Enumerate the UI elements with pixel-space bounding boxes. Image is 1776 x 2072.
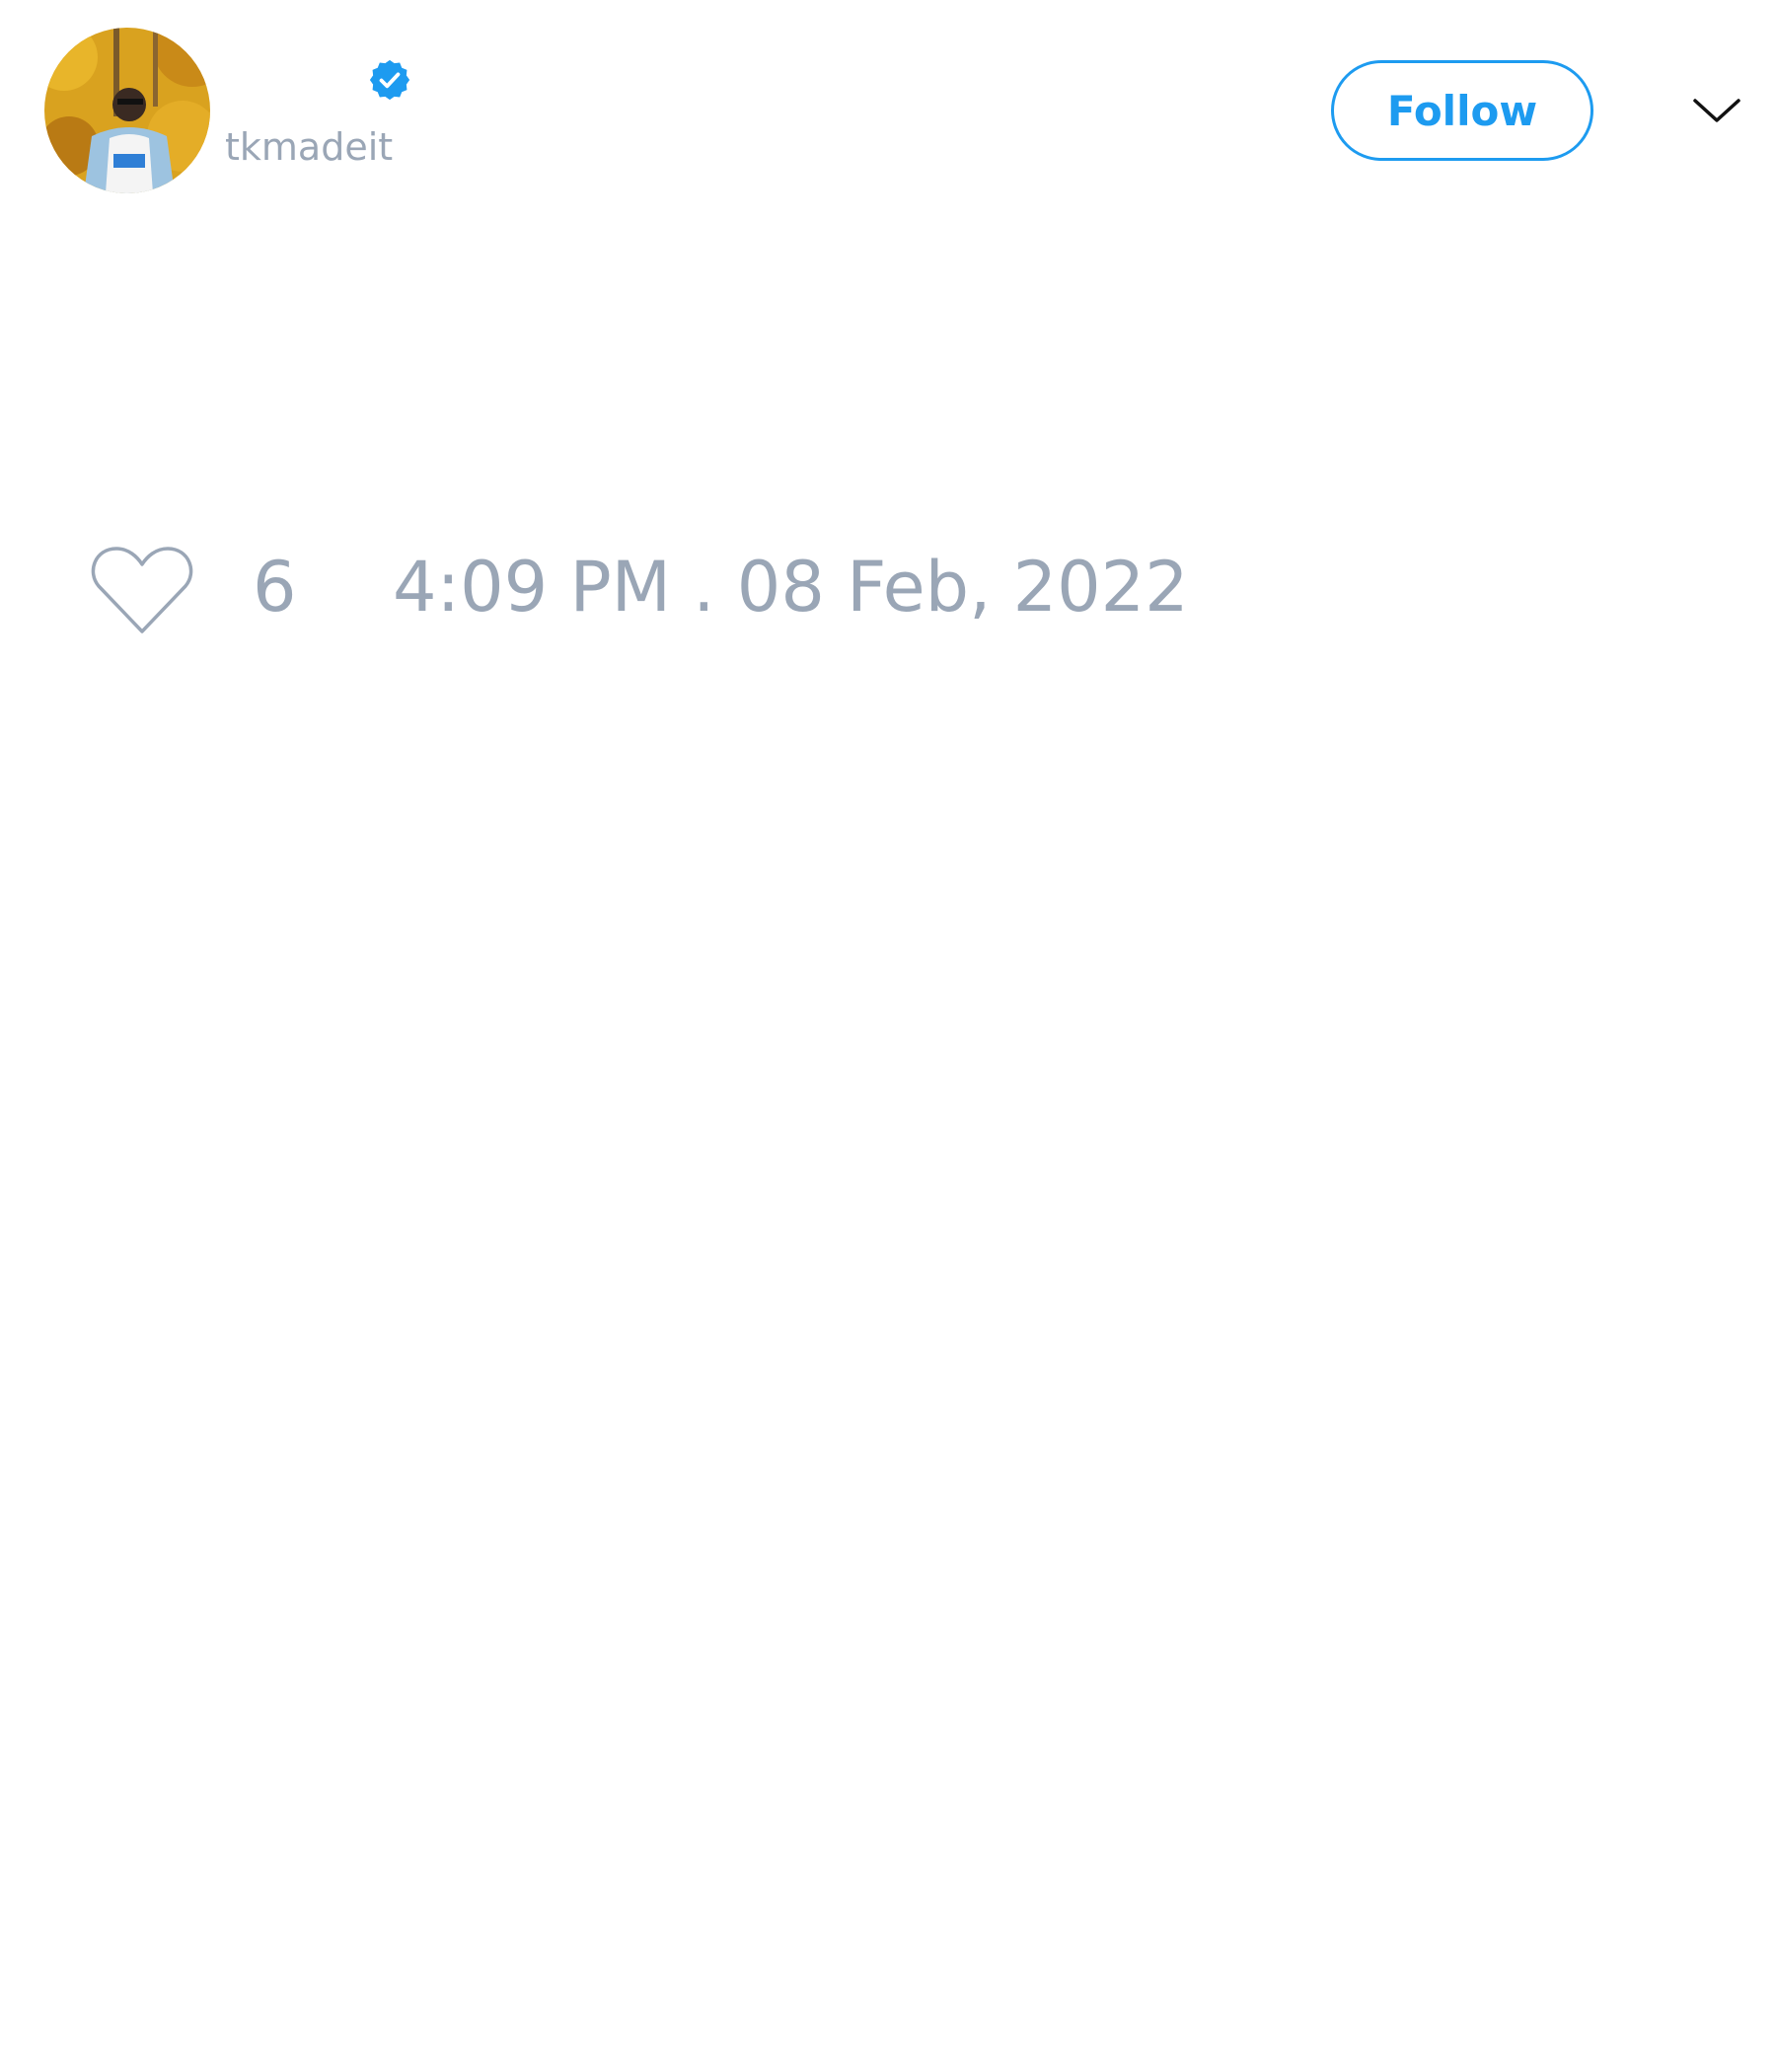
author-handle[interactable]: tkmadeit <box>225 128 393 166</box>
author-avatar[interactable] <box>44 28 210 193</box>
like-count: 6 <box>253 547 297 628</box>
follow-button[interactable]: Follow <box>1331 60 1593 161</box>
tweet-timestamp[interactable]: 4:09 PM . 08 Feb, 2022 <box>393 553 1189 622</box>
chevron-down-icon[interactable] <box>1691 91 1742 130</box>
avatar-photo <box>44 28 210 193</box>
verified-badge-icon <box>369 59 410 101</box>
heart-outline-icon[interactable] <box>89 541 195 639</box>
